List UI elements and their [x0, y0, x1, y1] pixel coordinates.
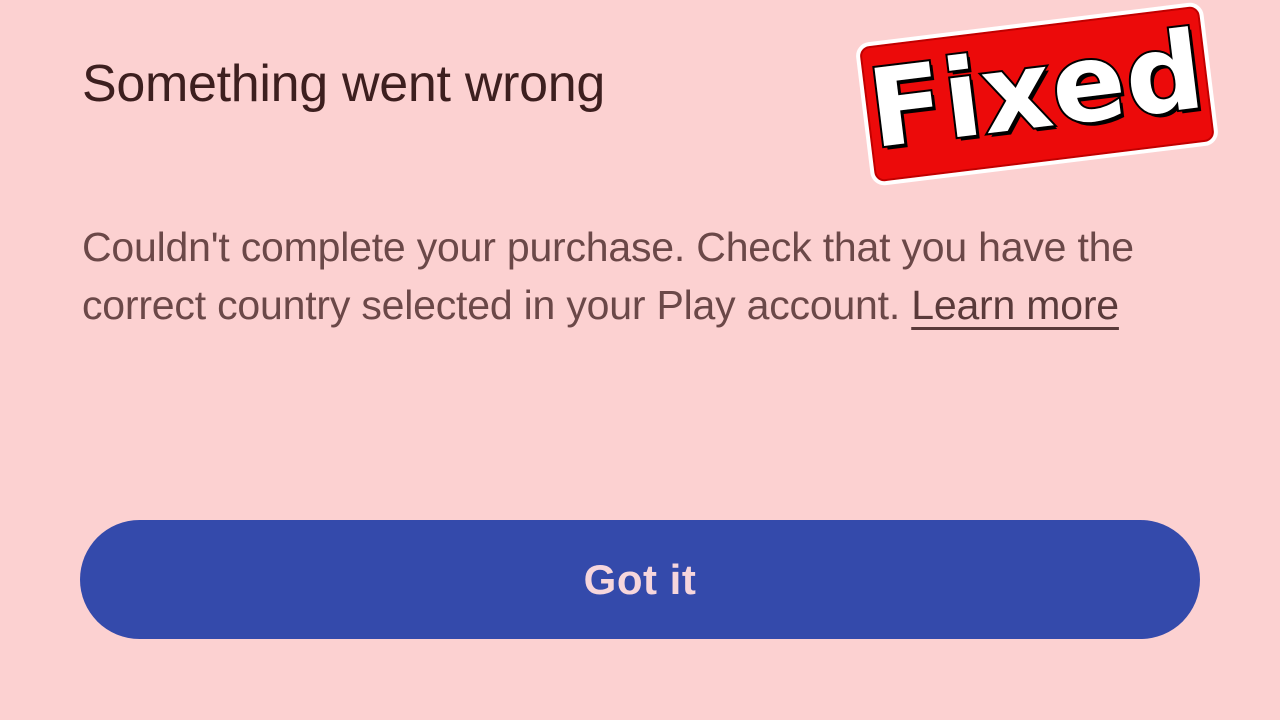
got-it-button[interactable]: Got it: [80, 520, 1200, 639]
learn-more-link[interactable]: Learn more: [911, 282, 1119, 328]
dialog-title: Something went wrong: [82, 55, 605, 113]
stamp-text: Fixed: [860, 6, 1213, 175]
dialog-message: Couldn't complete your purchase. Check t…: [82, 218, 1162, 334]
